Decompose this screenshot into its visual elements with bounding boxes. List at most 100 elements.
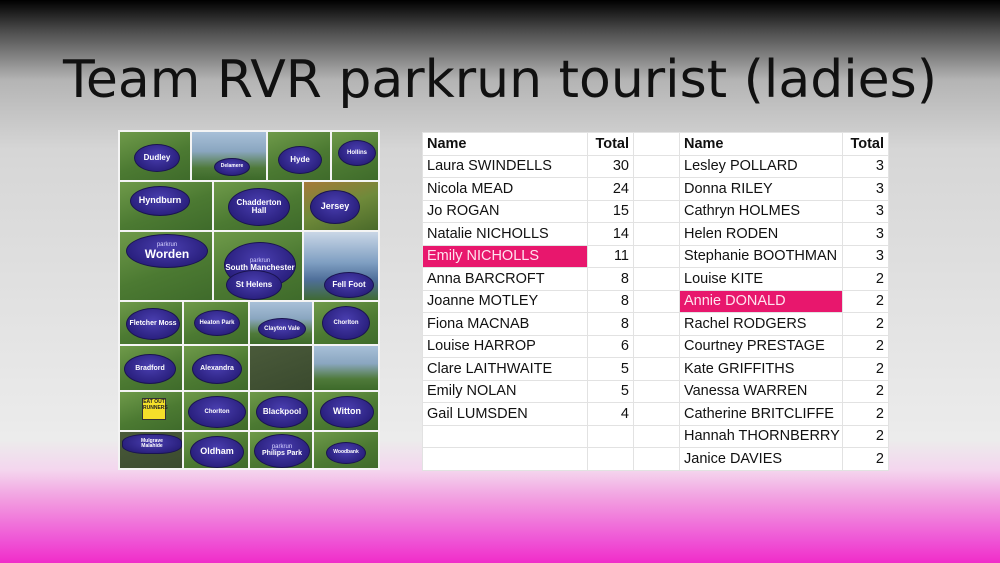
- parkrun-sign: parkrun Philips Park: [254, 434, 310, 468]
- photo-tile: Clayton Vale: [250, 302, 312, 344]
- runner-name-cell: Laura SWINDELLS: [422, 154, 588, 178]
- runner-name-cell: Lesley POLLARD: [679, 154, 843, 178]
- parkrun-sign: St Helens: [226, 270, 282, 300]
- runner-name-cell: [422, 424, 588, 448]
- parkrun-sign: Hyndburn: [130, 186, 190, 216]
- run-total-cell: 8: [587, 312, 634, 336]
- photo-tile: Hyndburn: [120, 182, 212, 230]
- table-row: Louise HARROP 6 Courtney PRESTAGE 2: [422, 334, 889, 358]
- parkrun-sign: Jersey: [310, 190, 360, 224]
- table-row: Anna BARCROFT 8 Louise KITE 2: [422, 267, 889, 291]
- run-total-cell: 8: [587, 289, 634, 313]
- run-total-cell: 11: [587, 244, 634, 268]
- runner-name-cell: Catherine BRITCLIFFE: [679, 402, 843, 426]
- photo-tile: Jersey: [304, 182, 378, 230]
- name-column-header: Name: [422, 132, 588, 156]
- runner-name-cell: Annie DONALD: [679, 289, 843, 313]
- photo-tile: Chorlton: [314, 302, 378, 344]
- run-total-cell: 2: [842, 289, 889, 313]
- photo-tile: parkrun Worden: [120, 232, 212, 300]
- runner-name-cell: Cathryn HOLMES: [679, 199, 843, 223]
- table-row: Hannah THORNBERRY 2: [422, 424, 889, 448]
- photo-tile: EAT OUT RUNNERS: [120, 392, 182, 430]
- run-total-cell: 3: [842, 177, 889, 201]
- table-row: Gail LUMSDEN 4 Catherine BRITCLIFFE 2: [422, 402, 889, 426]
- run-total-cell: 3: [842, 222, 889, 246]
- photo-tile: Mulgrave Malahide: [120, 432, 182, 468]
- photo-tile: Hyde: [268, 132, 330, 180]
- table-row: Joanne MOTLEY 8 Annie DONALD 2: [422, 289, 889, 313]
- run-total-cell: 5: [587, 379, 634, 403]
- run-total-cell: 2: [842, 379, 889, 403]
- run-total-cell: 6: [587, 334, 634, 358]
- table-row: Janice DAVIES 2: [422, 447, 889, 471]
- spacer-cell: [633, 379, 680, 403]
- table-row: Emily NICHOLLS 11 Stephanie BOOTHMAN 3: [422, 244, 889, 268]
- run-total-cell: 4: [587, 402, 634, 426]
- spacer-cell: [633, 289, 680, 313]
- run-total-cell: 2: [842, 267, 889, 291]
- parkrun-sign: Chadderton Hall: [228, 188, 290, 226]
- run-total-cell: 3: [842, 244, 889, 268]
- run-total-cell: 15: [587, 199, 634, 223]
- runner-name-cell: Vanessa WARREN: [679, 379, 843, 403]
- slide-title: Team RVR parkrun tourist (ladies): [62, 50, 938, 110]
- run-total-cell: [587, 424, 634, 448]
- spacer-cell: [633, 447, 680, 471]
- photo-tile: Dudley: [120, 132, 190, 180]
- photo-tile: Chorlton: [184, 392, 248, 430]
- table-row: Jo ROGAN 15 Cathryn HOLMES 3: [422, 199, 889, 223]
- spacer-cell: [633, 177, 680, 201]
- run-total-cell: 2: [842, 357, 889, 381]
- run-total-cell: [587, 447, 634, 471]
- run-total-cell: 2: [842, 424, 889, 448]
- runner-name-cell: Jo ROGAN: [422, 199, 588, 223]
- runner-name-cell: Gail LUMSDEN: [422, 402, 588, 426]
- table-row: Laura SWINDELLS 30 Lesley POLLARD 3: [422, 154, 889, 178]
- parkrun-sign: Blackpool: [256, 396, 308, 428]
- parkrun-sign: Chorlton: [188, 396, 246, 428]
- spacer-cell: [633, 357, 680, 381]
- tourist-grid: Name Total Name Total Laura SWINDELLS 30 L…: [422, 132, 889, 471]
- spacer-cell: [633, 199, 680, 223]
- parkrun-sign-collage: Dudley Delamere Hyde Hollins Hyndburn Ch…: [118, 130, 380, 470]
- runner-name-cell: Donna RILEY: [679, 177, 843, 201]
- runner-name-cell: Courtney PRESTAGE: [679, 334, 843, 358]
- runner-name-cell: Anna BARCROFT: [422, 267, 588, 291]
- parkrun-sign: Witton: [320, 396, 374, 428]
- table-header-row: Name Total Name Total: [422, 132, 889, 156]
- table-row: Clare LAITHWAITE 5 Kate GRIFFITHS 2: [422, 357, 889, 381]
- runner-name-cell: Nicola MEAD: [422, 177, 588, 201]
- run-total-cell: 3: [842, 154, 889, 178]
- parkrun-sign: Fletcher Moss: [126, 308, 180, 340]
- parkrun-sign: Oldham: [190, 436, 244, 468]
- parkrun-sign: Heaton Park: [194, 310, 240, 336]
- spacer-cell: [633, 312, 680, 336]
- tourist-table: Name Total Name Total Laura SWINDELLS 30 L…: [422, 132, 889, 471]
- runner-name-cell: Louise HARROP: [422, 334, 588, 358]
- spacer-cell: [633, 244, 680, 268]
- run-total-cell: 5: [587, 357, 634, 381]
- table-row: Emily NOLAN 5 Vanessa WARREN 2: [422, 379, 889, 403]
- photo-tile: Woodbank: [314, 432, 378, 468]
- parkrun-sign: parkrun Worden: [126, 234, 208, 268]
- spacer-cell: [633, 334, 680, 358]
- runner-name-cell: Janice DAVIES: [679, 447, 843, 471]
- photo-tile: Chadderton Hall: [214, 182, 302, 230]
- runner-name-cell: Emily NOLAN: [422, 379, 588, 403]
- run-total-cell: 14: [587, 222, 634, 246]
- parkrun-sign: Alexandra: [192, 354, 242, 384]
- parkrun-sign: Hyde: [278, 146, 322, 174]
- photo-tile: Fletcher Moss: [120, 302, 182, 344]
- run-total-cell: 3: [842, 199, 889, 223]
- parkrun-sign: Mulgrave Malahide: [122, 434, 182, 454]
- runner-name-cell: Stephanie BOOTHMAN: [679, 244, 843, 268]
- parkrun-sign: Woodbank: [326, 442, 366, 464]
- photo-tile: Alexandra: [184, 346, 248, 390]
- runner-name-cell: Helen RODEN: [679, 222, 843, 246]
- run-total-cell: 30: [587, 154, 634, 178]
- photo-tile: Hollins: [332, 132, 378, 180]
- parkrun-sign: Fell Foot: [324, 272, 374, 298]
- table-row: Nicola MEAD 24 Donna RILEY 3: [422, 177, 889, 201]
- photo-tile: Oldham: [184, 432, 248, 468]
